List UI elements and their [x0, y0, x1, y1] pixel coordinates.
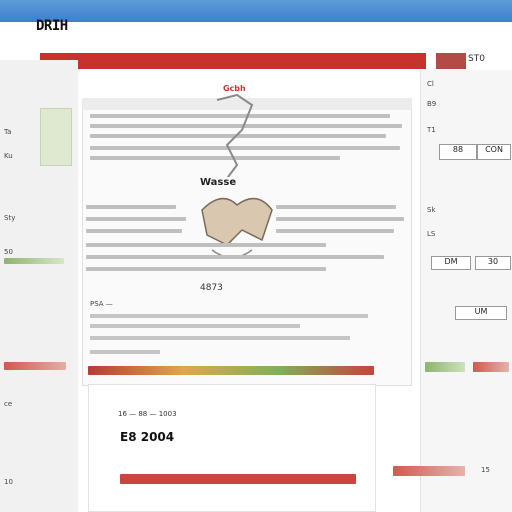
article-number: 4873 — [200, 283, 223, 293]
sidebar-item[interactable]: 50 — [4, 248, 13, 256]
article-note: PSA — — [90, 300, 113, 308]
article-title: Gcbh — [220, 84, 249, 93]
sidebar-item[interactable]: ce — [4, 400, 12, 408]
article-illustration — [201, 93, 273, 259]
sidebar-thumbnail[interactable] — [40, 108, 72, 166]
right-panel-button[interactable]: CON — [477, 144, 511, 160]
top-right-label: ST0 — [468, 54, 485, 64]
lower-content-box — [88, 384, 376, 512]
right-panel-action-bar[interactable] — [393, 466, 465, 476]
top-banner-tab[interactable] — [436, 53, 466, 69]
right-panel-foot: 15 — [481, 466, 490, 474]
text-line — [90, 324, 300, 328]
sidebar-item[interactable]: Ku — [4, 152, 13, 160]
article-color-bar — [88, 366, 374, 375]
right-panel-line: LS — [427, 230, 436, 238]
right-panel-button[interactable]: DM — [431, 256, 471, 270]
right-panel-line: Cl — [427, 80, 434, 88]
sidebar-progress-bar — [4, 258, 64, 264]
top-banner — [40, 53, 426, 69]
right-panel-green-bar[interactable] — [425, 362, 465, 372]
lower-row-label: 16 — 88 — 1003 — [118, 410, 177, 418]
right-panel-line: B9 — [427, 100, 437, 108]
window-title-bar — [0, 0, 512, 22]
text-line — [90, 314, 368, 318]
figure-caption: Wasse — [200, 177, 237, 188]
sidebar-item[interactable]: 10 — [4, 478, 13, 486]
right-panel-line: T1 — [427, 126, 436, 134]
text-line — [90, 336, 350, 340]
right-panel-button[interactable]: 88 — [439, 144, 477, 160]
text-line — [90, 350, 160, 354]
sidebar-red-bar[interactable] — [4, 362, 66, 370]
right-panel-button[interactable]: 30 — [475, 256, 511, 270]
lower-big-text: E8 2004 — [120, 430, 175, 444]
right-panel-button[interactable]: UM — [455, 306, 507, 320]
right-panel-red-bar[interactable] — [473, 362, 509, 372]
lower-red-button[interactable] — [120, 474, 356, 484]
sidebar-item[interactable]: Sty — [4, 214, 15, 222]
sidebar-item[interactable]: Ta — [4, 128, 11, 136]
app-title: DRIH — [36, 18, 68, 34]
right-panel: Cl B9 T1 Sk LS 88 CON DM 30 UM 15 — [393, 70, 512, 512]
right-panel-line: Sk — [427, 206, 436, 214]
